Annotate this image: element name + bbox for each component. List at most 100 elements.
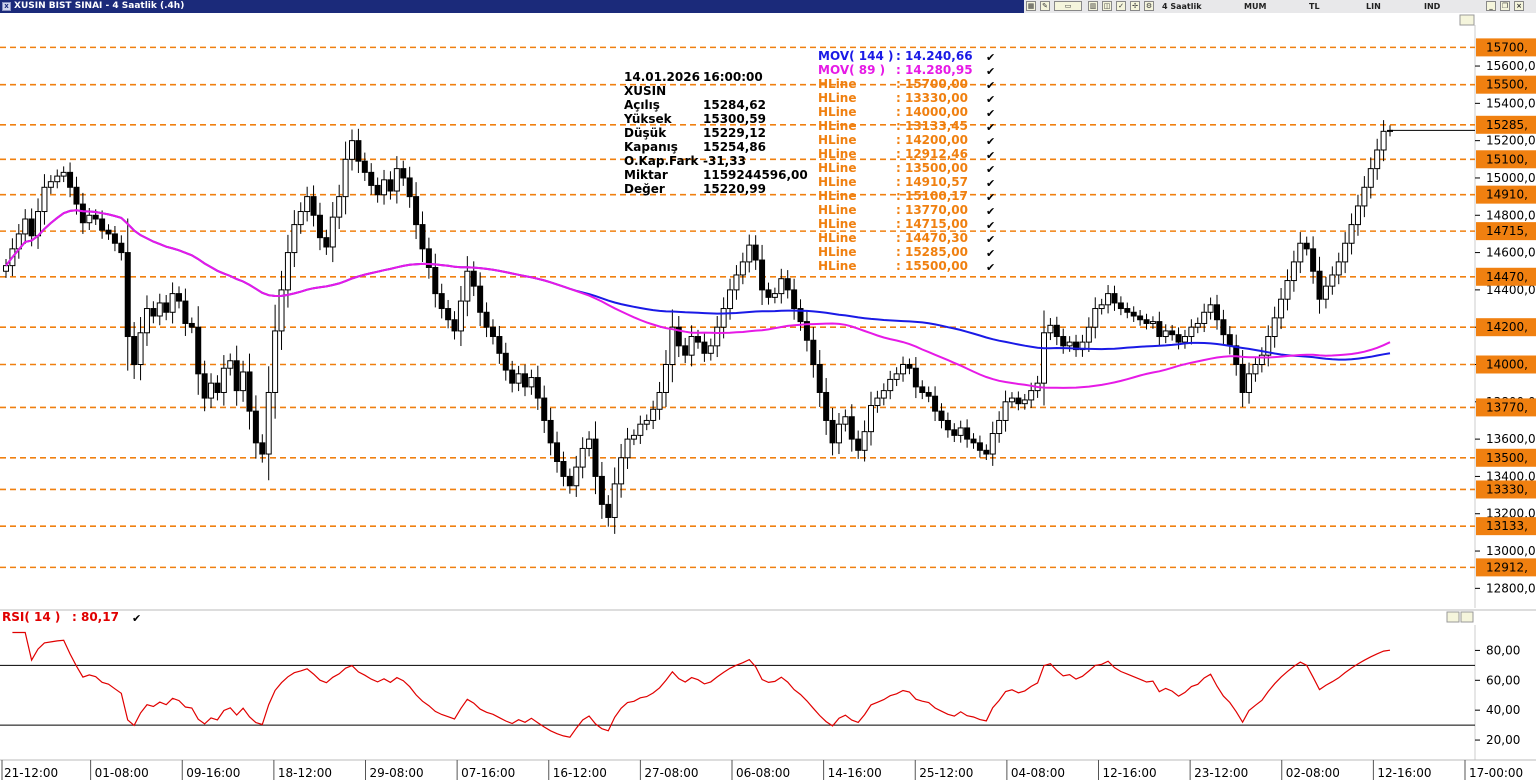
candle-body xyxy=(611,483,618,518)
legend-label: MOV( 144 ) xyxy=(818,49,893,63)
candle-body xyxy=(1060,336,1067,347)
candle-body xyxy=(284,252,291,291)
candle-body xyxy=(111,233,118,244)
candle-body xyxy=(1367,168,1374,188)
candle-body xyxy=(406,177,413,198)
time-tick-label: 18-12:00 xyxy=(278,766,332,780)
hline-label: 15100, xyxy=(1486,152,1528,166)
candle-body xyxy=(336,196,343,218)
candle-body xyxy=(656,391,663,410)
candle-body xyxy=(727,289,734,310)
candle-body xyxy=(983,449,990,455)
hline-label: 14200, xyxy=(1486,320,1528,334)
info-row-value: -31,33 xyxy=(703,154,746,168)
candle-body xyxy=(509,369,516,384)
legend-value: : 15500,00 xyxy=(896,259,968,273)
candle-body xyxy=(265,391,272,455)
candle-body xyxy=(1335,261,1342,276)
candle-body xyxy=(477,285,484,313)
candle-body xyxy=(342,158,349,198)
rsi-visible-check-icon[interactable]: ✔ xyxy=(132,612,141,625)
candle-body xyxy=(637,423,644,436)
legend-value: : 12912,46 xyxy=(896,147,968,161)
legend-value: : 13500,00 xyxy=(896,161,968,175)
candle-body xyxy=(1380,130,1387,151)
candle-body xyxy=(791,289,798,310)
candle-body xyxy=(579,447,586,468)
time-tick-label: 23-12:00 xyxy=(1194,766,1248,780)
candle-body xyxy=(489,326,496,338)
legend-check-icon: ✔ xyxy=(986,51,995,64)
candle-body xyxy=(874,397,881,407)
candle-body xyxy=(970,438,977,444)
info-row-label: Yüksek xyxy=(623,112,673,126)
info-row-label: Miktar xyxy=(624,168,668,182)
candle-body xyxy=(413,196,420,226)
chart-area[interactable]: 12800,013000,013200,013400,013600,013800… xyxy=(0,0,1536,781)
candle-body xyxy=(1252,364,1259,375)
candle-body xyxy=(1008,397,1015,403)
candle-body xyxy=(1342,242,1349,263)
candle-body xyxy=(137,332,144,365)
legend-value: : 14470,30 xyxy=(896,231,968,245)
candle-body xyxy=(1226,334,1233,347)
legend-value: : 14200,00 xyxy=(896,133,968,147)
candle-body xyxy=(22,218,29,235)
legend-label: HLine xyxy=(818,161,856,175)
candle-body xyxy=(919,386,926,393)
candle-body xyxy=(195,326,202,375)
legend-check-icon: ✔ xyxy=(986,177,995,190)
hline-label: 15500, xyxy=(1486,78,1528,92)
rsi-pane-control-icon[interactable] xyxy=(1446,611,1460,623)
rsi-pane-close-icon[interactable] xyxy=(1460,611,1474,623)
time-tick-label: 12-16:00 xyxy=(1103,766,1157,780)
candle-body xyxy=(541,397,548,421)
candle-body xyxy=(630,434,637,440)
legend-label: HLine xyxy=(818,105,856,119)
candle-body xyxy=(996,419,1003,435)
candle-body xyxy=(906,364,913,369)
candle-body xyxy=(938,410,945,421)
candle-body xyxy=(163,302,170,313)
candle-body xyxy=(823,391,830,421)
legend-value: : 14715,00 xyxy=(896,217,968,231)
time-tick-label: 27-08:00 xyxy=(644,766,698,780)
price-tick-label: 12800,0 xyxy=(1486,581,1536,595)
candle-body xyxy=(829,419,836,444)
price-pane-control-icon[interactable] xyxy=(1459,14,1475,26)
hline-label: 12912, xyxy=(1486,560,1528,574)
candle-body xyxy=(220,367,227,393)
candle-body xyxy=(1149,321,1156,324)
candle-body xyxy=(662,364,669,393)
candle-body xyxy=(1156,321,1163,338)
hline-label: 13500, xyxy=(1486,451,1528,465)
legend-check-icon: ✔ xyxy=(986,191,995,204)
time-tick-label: 12-16:00 xyxy=(1377,766,1431,780)
legend-check-icon: ✔ xyxy=(986,247,995,260)
legend-value: : 15700,00 xyxy=(896,77,968,91)
candle-body xyxy=(1021,399,1028,405)
legend-check-icon: ✔ xyxy=(986,135,995,148)
candle-body xyxy=(944,419,951,431)
candle-body xyxy=(1117,302,1124,310)
candle-body xyxy=(746,244,753,263)
candle-body xyxy=(573,466,580,487)
candle-body xyxy=(1201,311,1208,324)
candle-body xyxy=(925,391,932,397)
legend-label: HLine xyxy=(818,259,856,273)
info-row-value: 15254,86 xyxy=(703,140,766,154)
candle-body xyxy=(522,373,528,388)
candle-body xyxy=(240,371,247,392)
time-tick-label: 25-12:00 xyxy=(919,766,973,780)
candle-body xyxy=(695,336,701,343)
legend-value: : 15100,17 xyxy=(896,189,968,203)
legend-check-icon: ✔ xyxy=(986,107,995,120)
info-row-value: 15300,59 xyxy=(703,112,766,126)
candle-body xyxy=(547,419,554,444)
candle-body xyxy=(400,168,407,179)
candle-body xyxy=(1047,324,1054,334)
candle-body xyxy=(900,364,907,375)
legend-check-icon: ✔ xyxy=(986,79,995,92)
price-tick-label: 14800,0 xyxy=(1486,208,1536,222)
candle-body xyxy=(35,211,42,237)
